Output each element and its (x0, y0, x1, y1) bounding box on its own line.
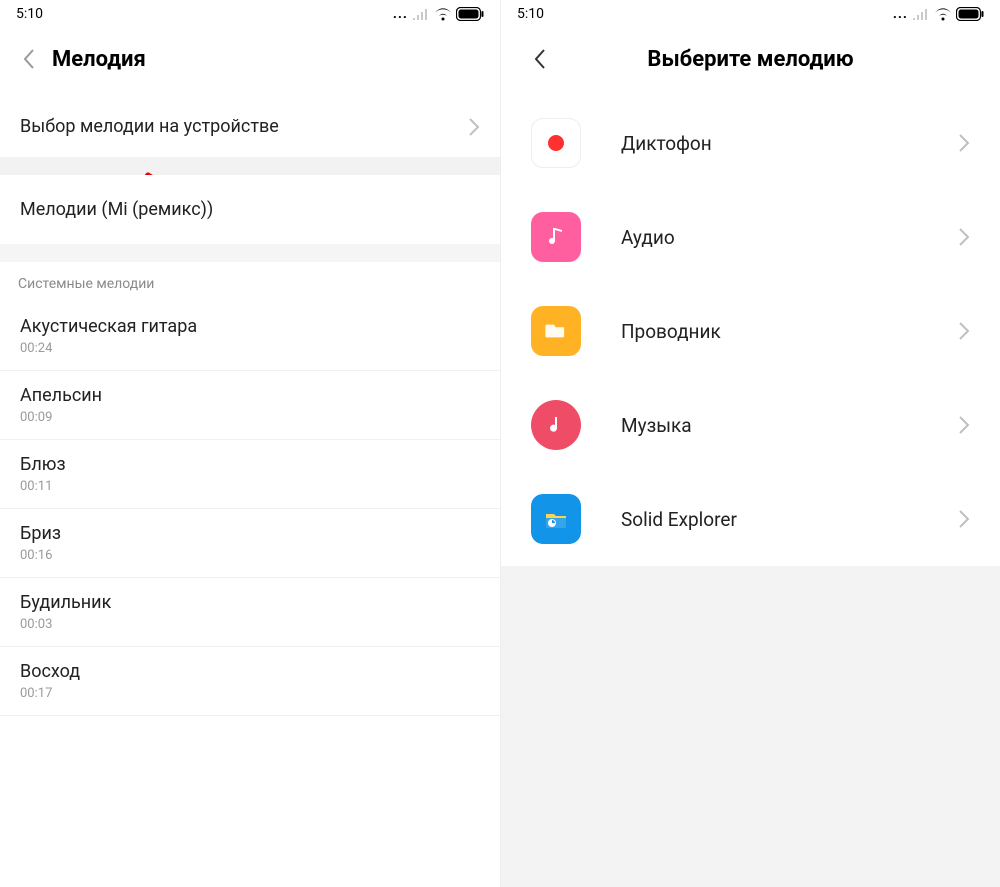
chevron-left-icon (22, 48, 36, 70)
system-melodies-list: Акустическая гитара 00:24 Апельсин 00:09… (0, 302, 500, 716)
status-time: 5:10 (517, 6, 544, 22)
app-row-music[interactable]: Музыка (501, 378, 1000, 472)
row-mi-remix[interactable]: Мелодии (Mi (ремикс)) (0, 175, 500, 244)
melody-duration: 00:17 (20, 686, 480, 701)
status-more-icon: ... (393, 6, 408, 22)
app-row-solid-explorer[interactable]: Solid Explorer (501, 472, 1000, 566)
melody-duration: 00:11 (20, 479, 480, 494)
app-label: Музыка (621, 414, 958, 437)
app-label: Проводник (621, 320, 958, 343)
app-label: Аудио (621, 226, 958, 249)
music-icon (531, 400, 581, 450)
list-item[interactable]: Апельсин 00:09 (0, 371, 500, 440)
wifi-icon (934, 7, 952, 21)
status-right: ... (893, 6, 984, 22)
section-header: Системные мелодии (0, 262, 500, 302)
chevron-right-icon (468, 117, 480, 137)
battery-icon (456, 7, 484, 21)
files-icon (531, 306, 581, 356)
divider (0, 244, 500, 262)
list-item[interactable]: Восход 00:17 (0, 647, 500, 716)
status-time: 5:10 (16, 6, 43, 22)
screen-select-melody: 5:10 ... Выберите мелодию Диктофон Аудио (500, 0, 1000, 887)
melody-name: Восход (20, 661, 480, 682)
melody-name: Блюз (20, 454, 480, 475)
list-item[interactable]: Будильник 00:03 (0, 578, 500, 647)
list-item[interactable]: Акустическая гитара 00:24 (0, 302, 500, 371)
chevron-right-icon (958, 227, 970, 247)
melody-duration: 00:03 (20, 617, 480, 632)
melody-duration: 00:16 (20, 548, 480, 563)
app-row-audio[interactable]: Аудио (501, 190, 1000, 284)
header: Выберите мелодию (501, 28, 1000, 96)
page-title: Мелодия (52, 47, 146, 72)
chevron-right-icon (958, 321, 970, 341)
chevron-right-icon (958, 133, 970, 153)
app-row-files[interactable]: Проводник (501, 284, 1000, 378)
status-more-icon: ... (893, 6, 908, 22)
chevron-left-icon (533, 48, 547, 70)
status-bar: 5:10 ... (501, 0, 1000, 28)
solid-explorer-icon (531, 494, 581, 544)
row-pick-on-device[interactable]: Выбор мелодии на устройстве (0, 96, 500, 157)
status-right: ... (393, 6, 484, 22)
melody-duration: 00:09 (20, 410, 480, 425)
header: Мелодия (0, 28, 500, 96)
app-row-recorder[interactable]: Диктофон (501, 96, 1000, 190)
screen-melody: 5:10 ... Мелодия Выбор мелодии на устрой… (0, 0, 500, 887)
list-item[interactable]: Бриз 00:16 (0, 509, 500, 578)
signal-icon (912, 8, 930, 20)
back-button[interactable] (12, 42, 46, 76)
page-title: Выберите мелодию (557, 47, 944, 72)
recorder-icon (531, 118, 581, 168)
melody-name: Бриз (20, 523, 480, 544)
melody-name: Акустическая гитара (20, 316, 480, 337)
app-label: Solid Explorer (621, 508, 958, 531)
melody-name: Апельсин (20, 385, 480, 406)
app-label: Диктофон (621, 132, 958, 155)
battery-icon (956, 7, 984, 21)
list-item[interactable]: Блюз 00:11 (0, 440, 500, 509)
wifi-icon (434, 7, 452, 21)
signal-icon (412, 8, 430, 20)
status-bar: 5:10 ... (0, 0, 500, 28)
chevron-right-icon (958, 509, 970, 529)
audio-icon (531, 212, 581, 262)
divider (0, 157, 500, 175)
empty-area (501, 566, 1000, 887)
row-label: Мелодии (Mi (ремикс)) (20, 199, 480, 220)
row-label: Выбор мелодии на устройстве (20, 116, 468, 137)
melody-duration: 00:24 (20, 341, 480, 356)
chevron-right-icon (958, 415, 970, 435)
melody-name: Будильник (20, 592, 480, 613)
back-button[interactable] (523, 42, 557, 76)
